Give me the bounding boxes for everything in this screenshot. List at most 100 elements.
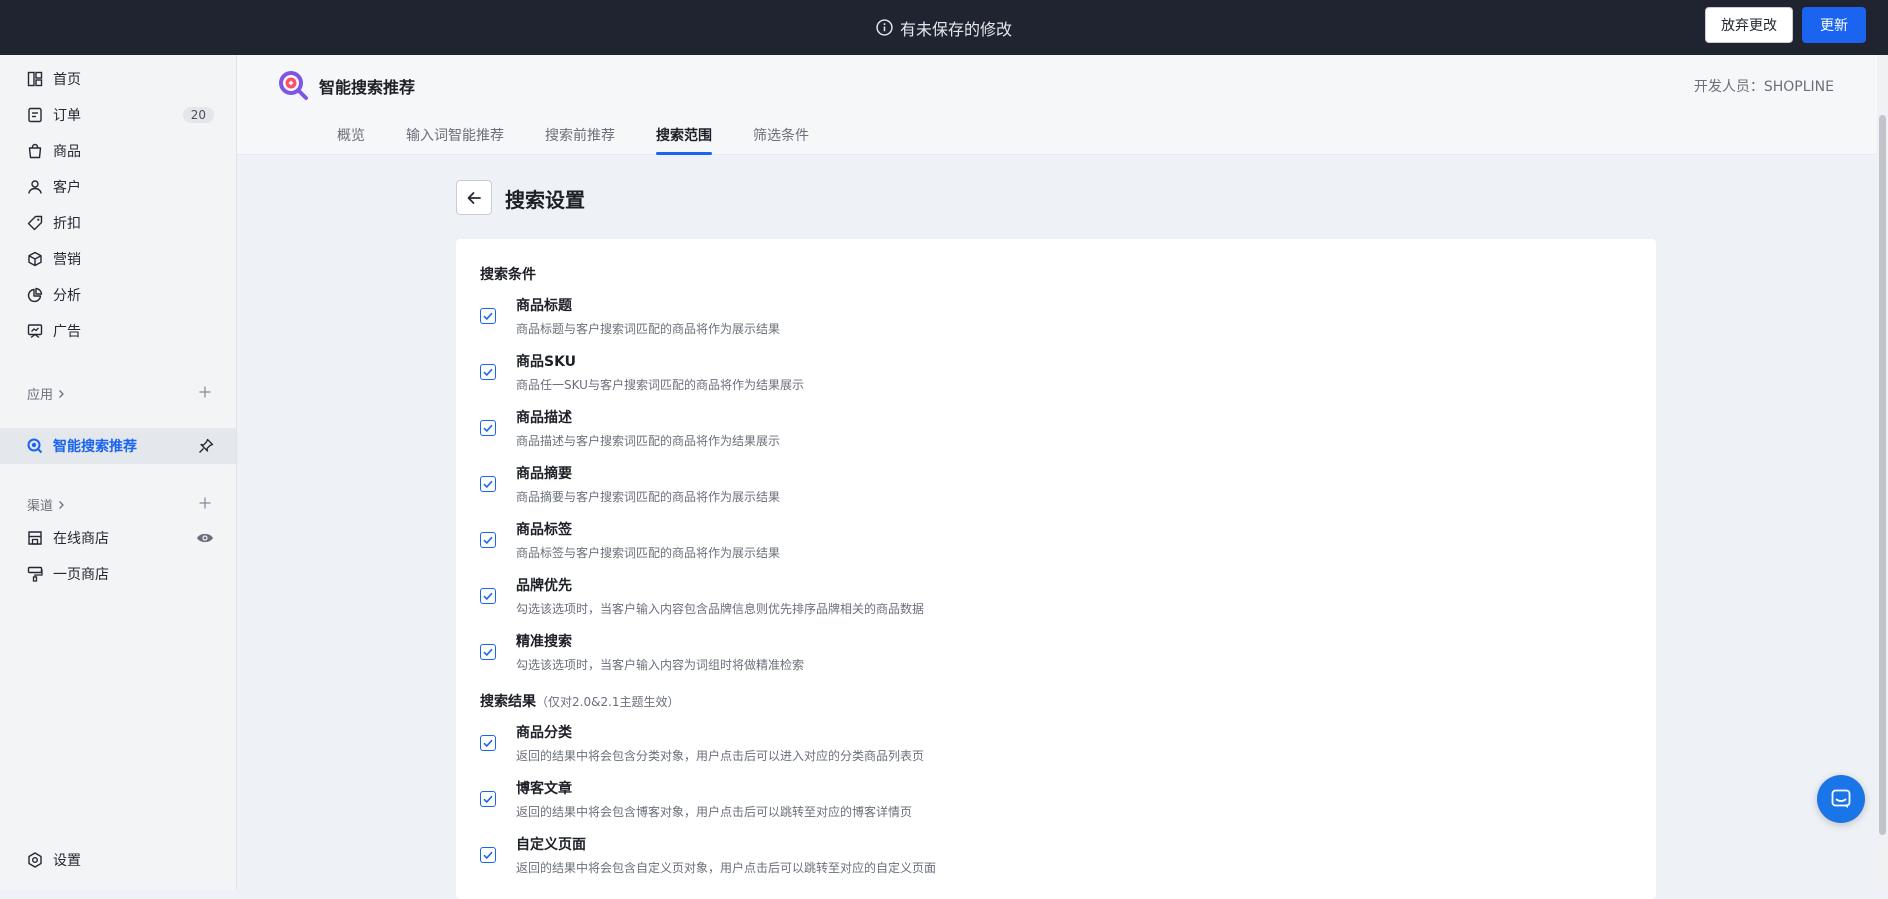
sidebar-item-home[interactable]: 首页 — [0, 62, 236, 96]
sidebar-item-label: 营销 — [53, 252, 81, 268]
page-scrollbar[interactable] — [1877, 55, 1888, 890]
arrow-left-icon — [467, 191, 481, 204]
tag-icon — [27, 215, 43, 231]
option-label: 商品分类 — [516, 725, 572, 741]
option-label: 商品标签 — [516, 522, 572, 538]
option-label: 商品SKU — [516, 354, 577, 370]
checkbox-product-description[interactable] — [480, 420, 496, 436]
option-product-tags: 商品标签 商品标签与客户搜索词匹配的商品将作为展示结果 — [480, 519, 1580, 567]
sidebar-item-ads[interactable]: 广告 — [0, 314, 236, 348]
sidebar-item-label: 智能搜索推荐 — [53, 439, 137, 455]
sidebar-item-one-page-store[interactable]: 一页商店 — [0, 557, 236, 591]
sidebar-item-discounts[interactable]: 折扣 — [0, 206, 236, 240]
checkbox-custom-pages[interactable] — [480, 847, 496, 863]
order-count-badge: 20 — [182, 107, 214, 123]
sidebar-item-label: 一页商店 — [53, 567, 109, 583]
option-desc: 商品标题与客户搜索词匹配的商品将作为展示结果 — [516, 322, 781, 336]
sidebar-item-analytics[interactable]: 分析 — [0, 278, 236, 312]
sidebar-item-customers[interactable]: 客户 — [0, 170, 236, 204]
sidebar-item-settings[interactable]: 设置 — [0, 843, 236, 877]
info-icon — [876, 19, 893, 36]
chevron-right-icon — [59, 389, 64, 398]
option-product-summary: 商品摘要 商品摘要与客户搜索词匹配的商品将作为展示结果 — [480, 463, 1580, 511]
search-results-title: 搜索结果（仅对2.0&2.1主题生效） — [480, 691, 680, 711]
option-desc: 商品标签与客户搜索词匹配的商品将作为展示结果 — [516, 546, 781, 560]
scrollbar-thumb[interactable] — [1879, 115, 1886, 835]
unsaved-changes-bar: 有未保存的修改 放弃更改 更新 — [0, 0, 1888, 55]
home-icon — [27, 71, 43, 87]
sidebar-item-smart-search[interactable]: 智能搜索推荐 — [0, 428, 236, 464]
channels-section-toggle[interactable]: 渠道 — [27, 495, 66, 514]
sidebar-item-label: 商品 — [53, 144, 81, 160]
search-conditions-title: 搜索条件 — [480, 267, 536, 283]
discard-button[interactable]: 放弃更改 — [1705, 7, 1793, 43]
tab-search-scope[interactable]: 搜索范围 — [656, 115, 712, 155]
unsaved-message-text: 有未保存的修改 — [899, 19, 1012, 39]
option-label: 品牌优先 — [516, 578, 572, 594]
sidebar-item-orders[interactable]: 订单 20 — [0, 98, 236, 132]
option-desc: 勾选该选项时，当客户输入内容为词组时将做精准检索 — [516, 658, 805, 672]
chat-icon — [1831, 789, 1851, 808]
search-results-title-text: 搜索结果 — [480, 694, 536, 710]
sidebar-item-label: 订单 — [53, 108, 81, 124]
check-icon — [483, 424, 493, 433]
sidebar-item-products[interactable]: 商品 — [0, 134, 236, 168]
app-title: 智能搜索推荐 — [319, 78, 416, 97]
check-icon — [483, 536, 493, 545]
option-desc: 返回的结果中将会包含博客对象，用户点击后可以跳转至对应的博客详情页 — [516, 805, 913, 819]
checkbox-blog-posts[interactable] — [480, 791, 496, 807]
tab-filters[interactable]: 筛选条件 — [753, 115, 809, 155]
check-icon — [483, 368, 493, 377]
option-desc: 返回的结果中将会包含分类对象，用户点击后可以进入对应的分类商品列表页 — [516, 749, 925, 763]
chat-support-button[interactable] — [1817, 775, 1865, 823]
option-label: 精准搜索 — [516, 634, 572, 650]
option-custom-pages: 自定义页面 返回的结果中将会包含自定义页对象，用户点击后可以跳转至对应的自定义页… — [480, 834, 1580, 882]
option-label: 商品描述 — [516, 410, 572, 426]
search-results-note: （仅对2.0&2.1主题生效） — [536, 695, 680, 709]
bag-icon — [28, 143, 42, 159]
option-label: 自定义页面 — [516, 837, 586, 853]
option-product-categories: 商品分类 返回的结果中将会包含分类对象，用户点击后可以进入对应的分类商品列表页 — [480, 722, 1580, 770]
order-icon — [28, 107, 42, 123]
cube-icon — [28, 251, 42, 267]
apps-section-toggle[interactable]: 应用 — [27, 384, 66, 403]
checkbox-product-sku[interactable] — [480, 364, 496, 380]
pie-icon — [27, 287, 43, 303]
check-icon — [483, 795, 493, 804]
ad-icon — [27, 324, 43, 339]
option-desc: 勾选该选项时，当客户输入内容包含品牌信息则优先排序品牌相关的商品数据 — [516, 602, 925, 616]
option-product-title: 商品标题 商品标题与客户搜索词匹配的商品将作为展示结果 — [480, 295, 1580, 343]
back-button[interactable] — [456, 180, 492, 215]
tab-overview[interactable]: 概览 — [337, 115, 365, 155]
update-button[interactable]: 更新 — [1802, 7, 1866, 43]
sidebar-item-label: 设置 — [53, 853, 81, 869]
sidebar-item-label: 首页 — [53, 72, 81, 88]
pin-icon[interactable] — [198, 438, 214, 454]
checkbox-product-title[interactable] — [480, 308, 496, 324]
sidebar-item-label: 分析 — [53, 288, 81, 304]
sidebar-item-marketing[interactable]: 营销 — [0, 242, 236, 276]
unsaved-message: 有未保存的修改 — [876, 16, 1012, 40]
page-title: 搜索设置 — [505, 188, 585, 212]
tab-pre-search[interactable]: 搜索前推荐 — [545, 115, 615, 155]
check-icon — [483, 480, 493, 489]
check-icon — [483, 312, 493, 321]
smart-search-app-icon — [27, 438, 43, 454]
sidebar-item-online-store[interactable]: 在线商店 — [0, 521, 236, 555]
option-blog-posts: 博客文章 返回的结果中将会包含博客对象，用户点击后可以跳转至对应的博客详情页 — [480, 778, 1580, 826]
checkbox-product-summary[interactable] — [480, 476, 496, 492]
checkbox-brand-priority[interactable] — [480, 588, 496, 604]
checkbox-product-tags[interactable] — [480, 532, 496, 548]
add-app-icon[interactable] — [198, 385, 212, 399]
sidebar: 首页 订单 20 商品 客户 折扣 营销 分析 广告 应用 智能搜索推荐 渠道 — [0, 55, 237, 890]
option-desc: 返回的结果中将会包含自定义页对象，用户点击后可以跳转至对应的自定义页面 — [516, 861, 937, 875]
eye-icon[interactable] — [196, 531, 214, 545]
checkbox-product-categories[interactable] — [480, 735, 496, 751]
brush-icon — [27, 566, 43, 582]
checkbox-exact-search[interactable] — [480, 644, 496, 660]
tab-input-suggestions[interactable]: 输入词智能推荐 — [406, 115, 504, 155]
option-product-description: 商品描述 商品描述与客户搜索词匹配的商品将作为结果展示 — [480, 407, 1580, 455]
app-header: 智能搜索推荐 开发人员：SHOPLINE 概览 输入词智能推荐 搜索前推荐 搜索… — [237, 55, 1877, 155]
sidebar-item-label: 广告 — [53, 324, 81, 340]
add-channel-icon[interactable] — [198, 496, 212, 510]
